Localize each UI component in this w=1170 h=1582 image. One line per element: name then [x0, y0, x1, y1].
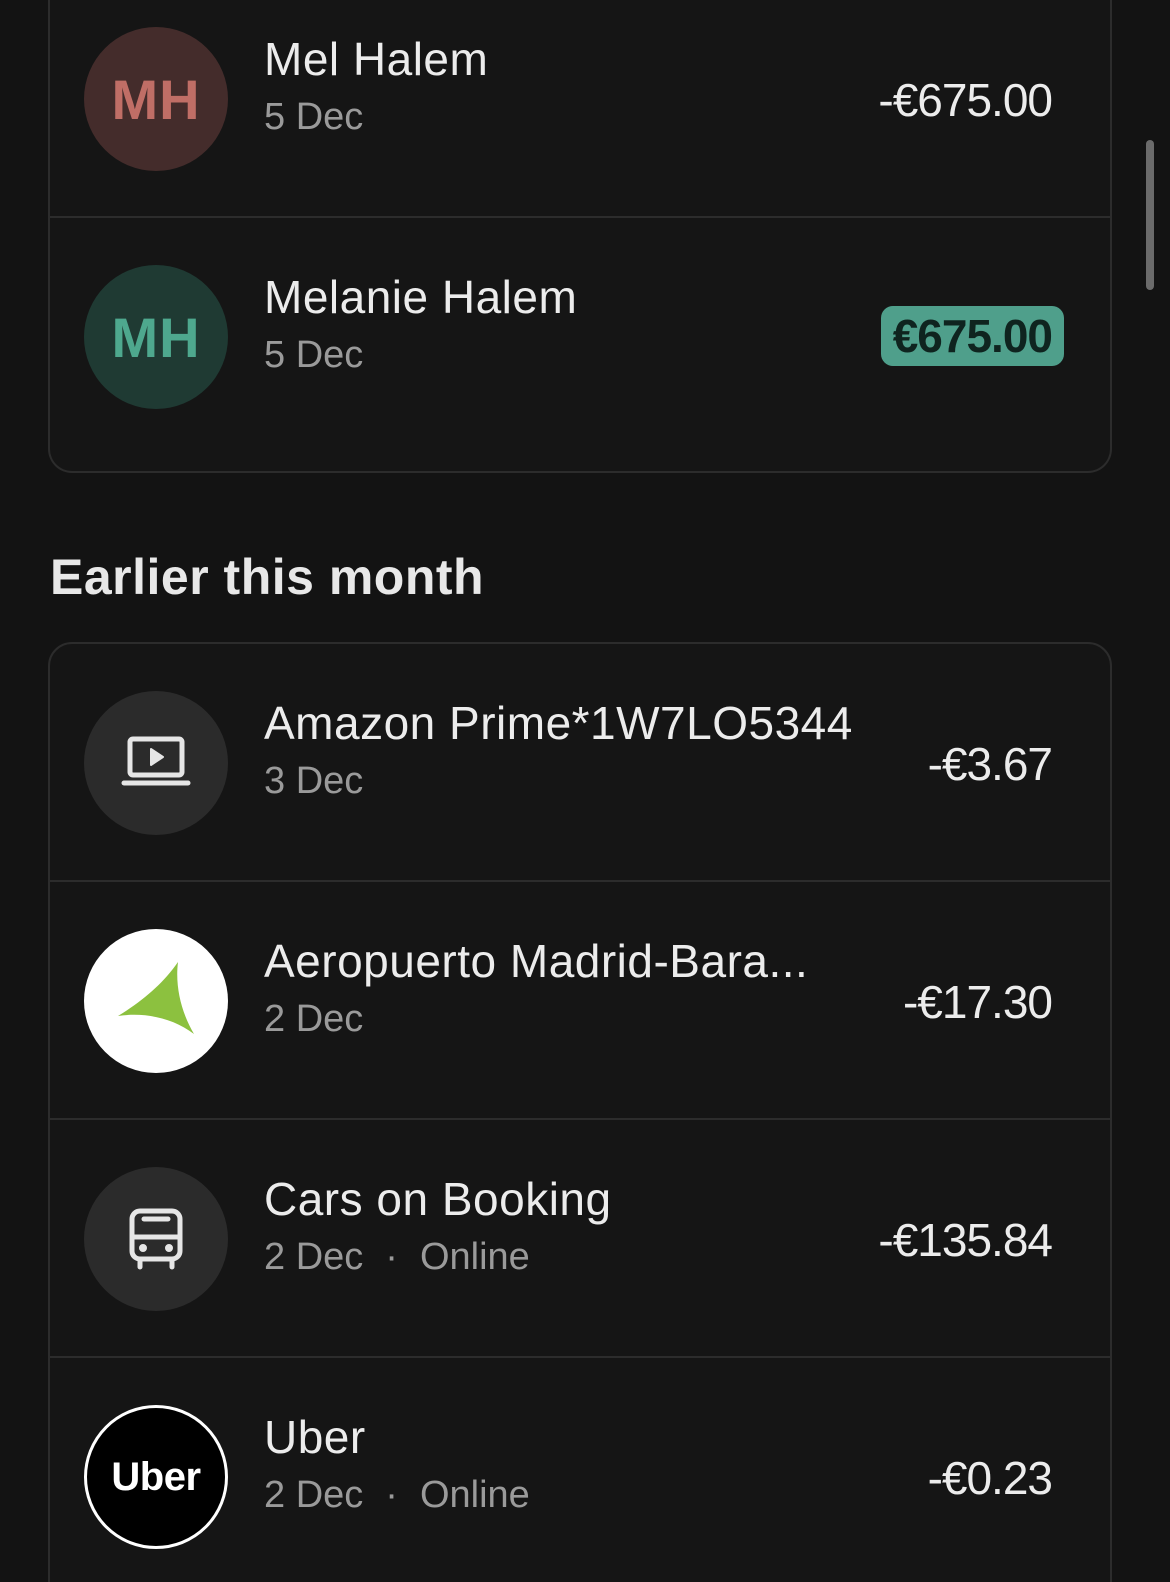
transaction-amount: -€0.23	[927, 1452, 1053, 1504]
transaction-text: Amazon Prime*1W7LO5344 3 Dec	[264, 696, 853, 804]
transaction-channel: Online	[419, 1236, 530, 1278]
transaction-text: Mel Halem 5 Dec	[264, 32, 488, 140]
transaction-date: 2 Dec	[264, 1474, 364, 1516]
transaction-amount: -€3.67	[927, 738, 1053, 790]
transaction-amount: -€675.00	[878, 74, 1053, 126]
aena-logo-icon	[84, 929, 228, 1073]
transaction-row[interactable]: MH Melanie Halem 5 Dec €675.00	[50, 218, 1110, 456]
transaction-row[interactable]: Amazon Prime*1W7LO5344 3 Dec -€3.67	[50, 644, 1110, 882]
transaction-date: 3 Dec	[264, 760, 364, 802]
transaction-row[interactable]: Uber Uber 2 Dec · Online -€0.23	[50, 1358, 1110, 1582]
uber-logo-text: Uber	[111, 1454, 201, 1499]
transaction-name: Aeropuerto Madrid-Bara...	[264, 935, 809, 987]
scrollbar[interactable]	[1146, 140, 1154, 290]
transaction-name: Cars on Booking	[264, 1173, 612, 1225]
transaction-name: Melanie Halem	[264, 271, 578, 323]
transaction-row[interactable]: Aeropuerto Madrid-Bara... 2 Dec -€17.30	[50, 882, 1110, 1120]
transaction-row[interactable]: Cars on Booking 2 Dec · Online -€135.84	[50, 1120, 1110, 1358]
transaction-amount: -€135.84	[878, 1214, 1053, 1266]
transaction-date: 2 Dec	[264, 1236, 364, 1278]
contact-avatar: MH	[84, 265, 228, 409]
transactions-screen: MH Mel Halem 5 Dec -€675.00 MH Melanie H…	[0, 0, 1170, 1582]
uber-logo-icon: Uber	[84, 1405, 228, 1549]
laptop-play-icon	[84, 691, 228, 835]
transaction-name: Uber	[264, 1411, 366, 1463]
transaction-meta: 2 Dec · Online	[264, 1234, 612, 1280]
transaction-amount: -€17.30	[902, 976, 1053, 1028]
separator-dot: ·	[385, 1474, 398, 1516]
transaction-date: 2 Dec	[264, 998, 364, 1040]
transaction-channel: Online	[419, 1474, 530, 1516]
transaction-date: 5 Dec	[264, 96, 364, 138]
avatar-initials: MH	[111, 67, 201, 131]
avatar-initials: MH	[111, 305, 201, 369]
separator-dot: ·	[385, 1236, 398, 1278]
earlier-transactions-card: Amazon Prime*1W7LO5344 3 Dec -€3.67 Aero…	[48, 642, 1112, 1582]
transaction-text: Uber 2 Dec · Online	[264, 1410, 530, 1518]
transaction-name: Amazon Prime*1W7LO5344	[264, 697, 853, 749]
section-title: Earlier this month	[50, 549, 485, 605]
incoming-amount-badge: €675.00	[880, 306, 1064, 366]
transaction-meta: 2 Dec · Online	[264, 1472, 530, 1518]
transaction-name: Mel Halem	[264, 33, 489, 85]
transaction-row[interactable]: MH Mel Halem 5 Dec -€675.00	[50, 0, 1110, 218]
transaction-text: Cars on Booking 2 Dec · Online	[264, 1172, 612, 1280]
recent-transactions-card: MH Mel Halem 5 Dec -€675.00 MH Melanie H…	[48, 0, 1112, 473]
transaction-text: Aeropuerto Madrid-Bara... 2 Dec	[264, 934, 808, 1042]
transaction-text: Melanie Halem 5 Dec	[264, 270, 577, 378]
contact-avatar: MH	[84, 27, 228, 171]
transaction-date: 5 Dec	[264, 334, 364, 376]
bus-icon	[84, 1167, 228, 1311]
